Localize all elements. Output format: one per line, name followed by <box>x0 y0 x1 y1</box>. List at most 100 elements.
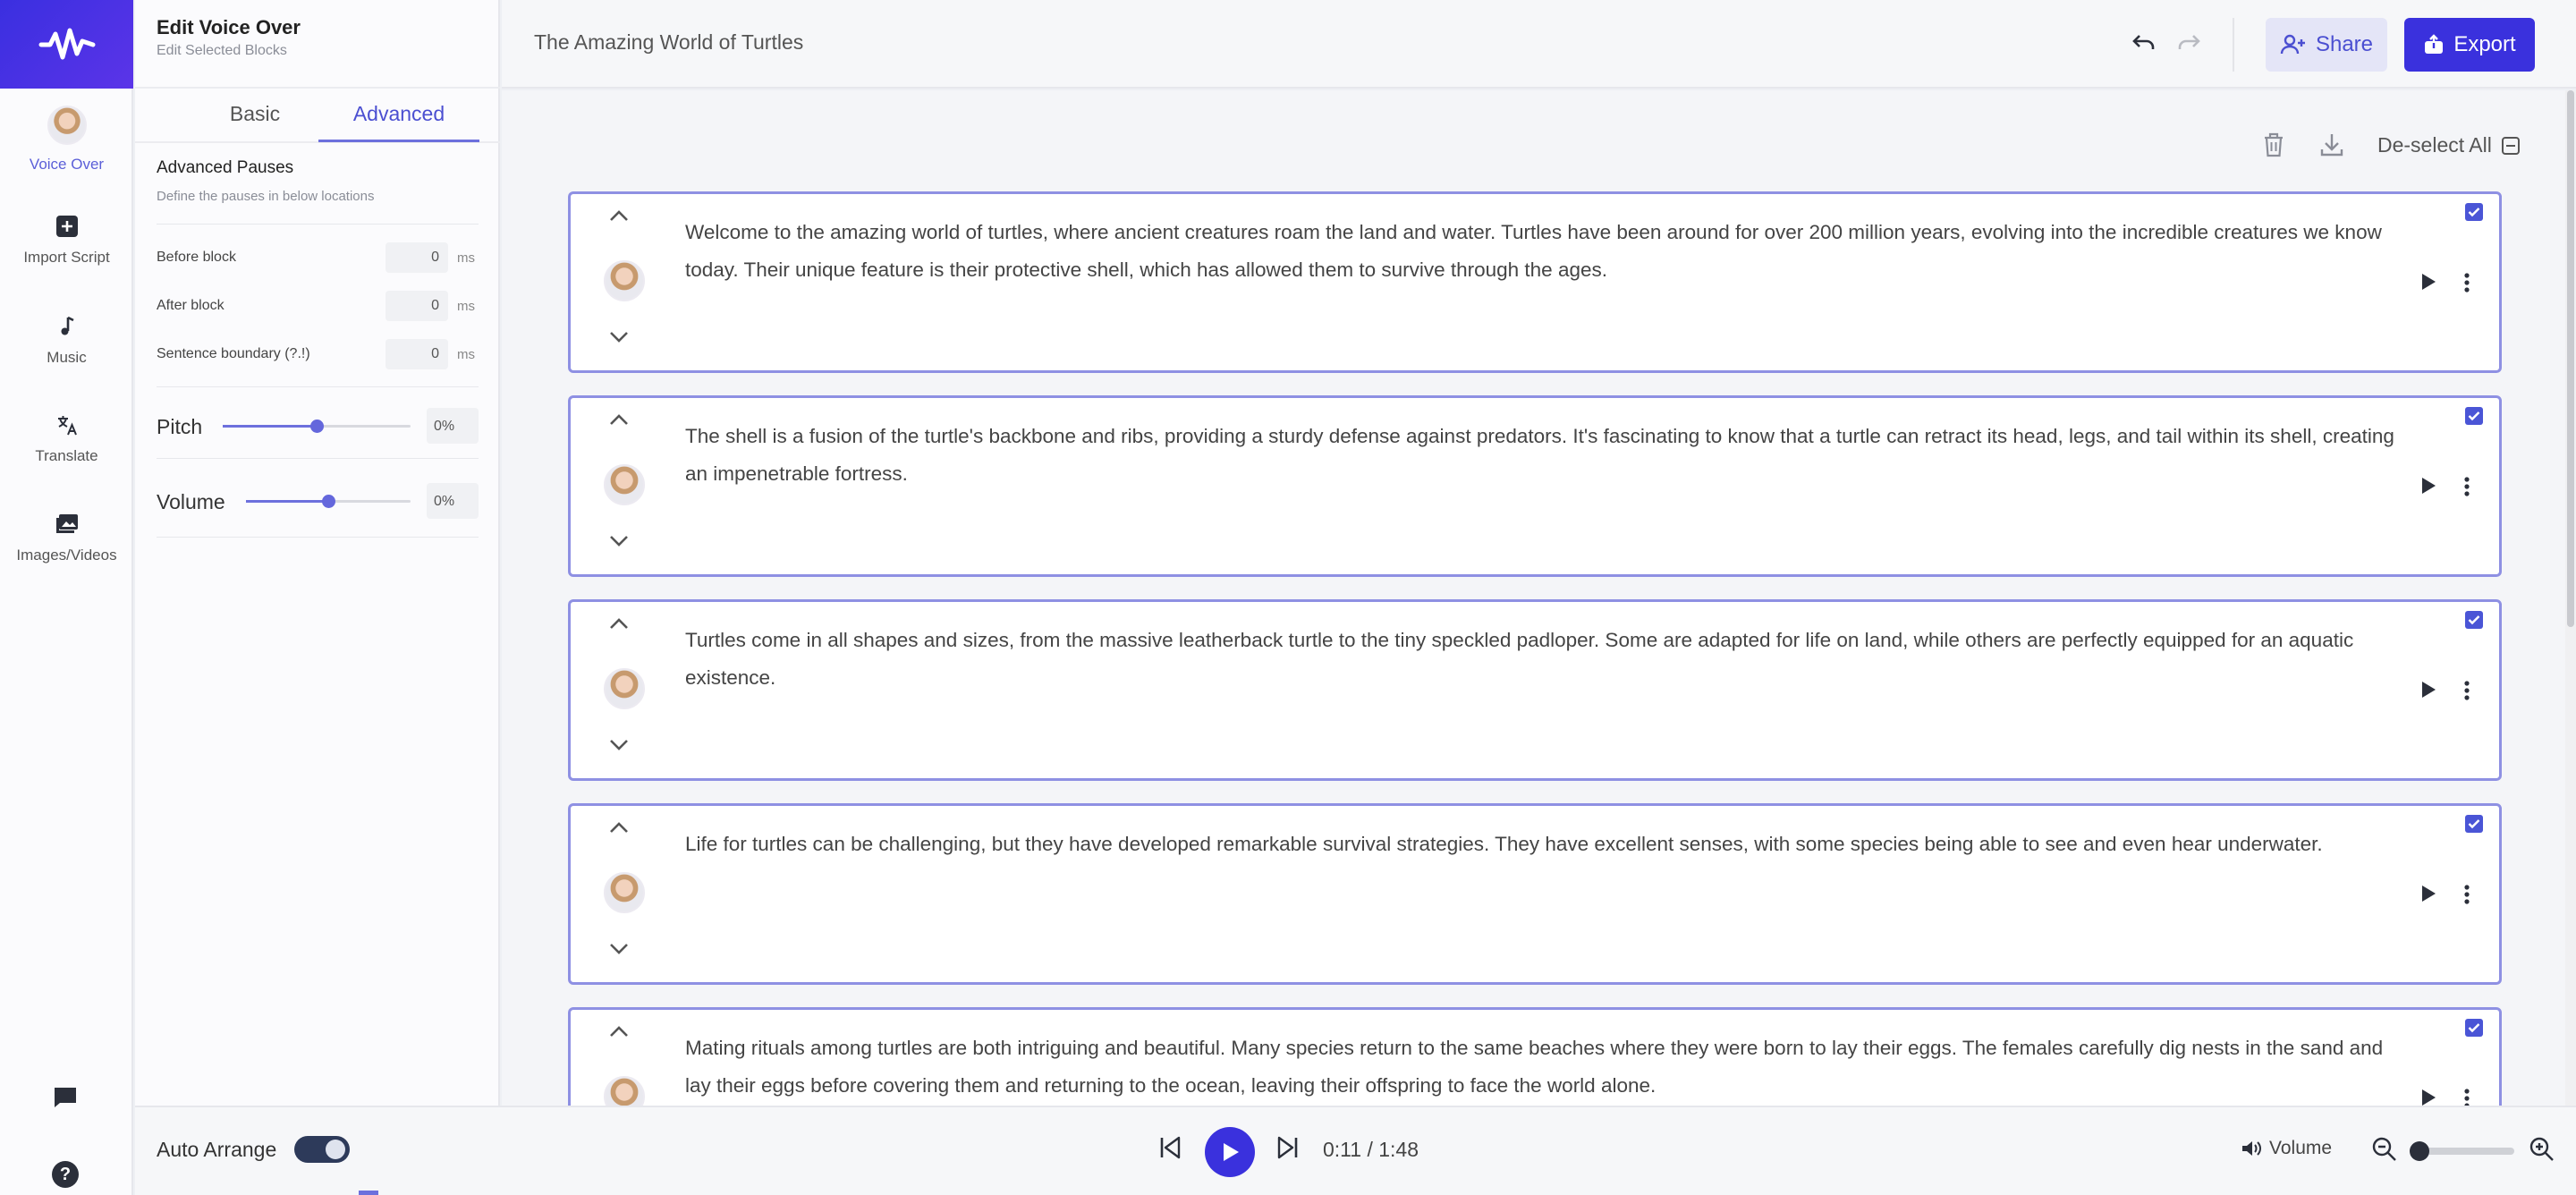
speaker-icon <box>2242 1141 2261 1156</box>
move-down-button[interactable] <box>608 330 630 344</box>
block-play-button[interactable] <box>2419 680 2437 699</box>
voice-avatar[interactable] <box>604 872 645 913</box>
block-text[interactable]: Welcome to the amazing world of turtles,… <box>685 214 2402 289</box>
scrollbar[interactable] <box>2565 90 2576 1106</box>
auto-arrange-toggle[interactable] <box>294 1136 350 1163</box>
previous-button[interactable] <box>1157 1134 1183 1161</box>
next-button[interactable] <box>1275 1134 1301 1161</box>
voice-block[interactable]: The shell is a fusion of the turtle's ba… <box>568 395 2502 577</box>
move-down-button[interactable] <box>608 534 630 548</box>
play-button[interactable] <box>1205 1127 1255 1177</box>
export-button[interactable]: Export <box>2404 18 2535 72</box>
divider <box>157 537 479 538</box>
zoom-out-button[interactable] <box>2371 1136 2398 1163</box>
panel-subtitle: Edit Selected Blocks <box>157 43 287 58</box>
pause-sentence-boundary-input[interactable]: 0 <box>386 339 448 369</box>
chevron-up-icon <box>610 822 628 833</box>
volume-value[interactable]: 0% <box>427 483 479 519</box>
pitch-slider[interactable] <box>223 420 411 433</box>
help-button[interactable]: ? <box>52 1161 79 1188</box>
block-text[interactable]: The shell is a fusion of the turtle's ba… <box>685 418 2402 493</box>
block-play-button[interactable] <box>2419 1088 2437 1106</box>
redo-button[interactable] <box>2176 30 2201 54</box>
pause-after-block: After block 0 ms <box>157 291 479 321</box>
nav-label: Music <box>47 349 87 366</box>
block-play-button[interactable] <box>2419 476 2437 496</box>
undo-button[interactable] <box>2131 30 2157 54</box>
move-up-button[interactable] <box>608 616 630 631</box>
block-more-button[interactable] <box>2462 1088 2471 1106</box>
voice-block[interactable]: Turtles come in all shapes and sizes, fr… <box>568 599 2502 781</box>
voice-avatar[interactable] <box>604 1076 645 1106</box>
document-title[interactable]: The Amazing World of Turtles <box>534 30 803 55</box>
zoom-out-icon <box>2372 1137 2396 1161</box>
minus-square-icon <box>2501 136 2520 155</box>
nav-label: Import Script <box>23 249 110 266</box>
move-up-button[interactable] <box>608 820 630 835</box>
check-icon <box>2468 208 2480 217</box>
skip-forward-icon <box>1277 1136 1298 1159</box>
timeline-progress <box>359 1191 378 1195</box>
block-checkbox[interactable] <box>2465 407 2483 425</box>
voice-avatar[interactable] <box>604 668 645 709</box>
volume-slider-handle[interactable] <box>322 495 335 508</box>
move-down-button[interactable] <box>608 942 630 956</box>
plus-square-icon <box>55 216 78 237</box>
move-up-button[interactable] <box>608 412 630 427</box>
voice-block[interactable]: Life for turtles can be challenging, but… <box>568 803 2502 985</box>
chevron-down-icon <box>610 740 628 750</box>
voice-avatar[interactable] <box>604 260 645 301</box>
nav-item-images-videos[interactable]: Images/Videos <box>0 511 133 564</box>
block-play-button[interactable] <box>2419 884 2437 903</box>
voice-block[interactable]: Mating rituals among turtles are both in… <box>568 1007 2502 1106</box>
volume-label: Volume <box>2269 1138 2333 1158</box>
block-text[interactable]: Turtles come in all shapes and sizes, fr… <box>685 622 2402 697</box>
block-checkbox[interactable] <box>2465 611 2483 629</box>
share-label: Share <box>2315 32 2374 56</box>
block-checkbox[interactable] <box>2465 1019 2483 1037</box>
pause-before-block-input[interactable]: 0 <box>386 242 448 273</box>
download-button[interactable] <box>2319 131 2344 158</box>
zoom-in-button[interactable] <box>2529 1136 2555 1163</box>
pause-after-block-input[interactable]: 0 <box>386 291 448 321</box>
block-more-button[interactable] <box>2462 476 2471 497</box>
pitch-slider-fill <box>223 425 317 428</box>
pause-label: Sentence boundary (?.!) <box>157 346 310 361</box>
pitch-value[interactable]: 0% <box>427 408 479 444</box>
chat-button[interactable] <box>52 1084 79 1111</box>
nav-item-voice-over[interactable]: Voice Over <box>0 106 133 174</box>
block-checkbox[interactable] <box>2465 203 2483 221</box>
tab-advanced[interactable]: Advanced <box>318 102 479 126</box>
trash-icon <box>2265 132 2283 157</box>
share-button[interactable]: Share <box>2266 18 2387 72</box>
move-up-button[interactable] <box>608 1024 630 1038</box>
divider <box>2233 18 2234 72</box>
more-vertical-icon <box>2464 681 2470 700</box>
export-icon <box>2425 34 2444 54</box>
app-logo[interactable] <box>0 0 133 89</box>
scrollbar-thumb[interactable] <box>2567 90 2574 627</box>
pitch-slider-handle[interactable] <box>310 420 324 433</box>
voice-block[interactable]: Welcome to the amazing world of turtles,… <box>568 191 2502 373</box>
block-more-button[interactable] <box>2462 884 2471 905</box>
move-up-button[interactable] <box>608 208 630 223</box>
volume-button[interactable]: Volume <box>2241 1138 2332 1159</box>
nav-item-translate[interactable]: Translate <box>0 411 133 465</box>
move-down-button[interactable] <box>608 738 630 752</box>
volume-slider[interactable] <box>246 495 411 508</box>
block-text[interactable]: Life for turtles can be challenging, but… <box>685 826 2402 863</box>
block-play-button[interactable] <box>2419 272 2437 292</box>
zoom-slider-handle[interactable] <box>2410 1141 2429 1161</box>
block-more-button[interactable] <box>2462 272 2471 293</box>
block-more-button[interactable] <box>2462 680 2471 701</box>
delete-button[interactable] <box>2262 131 2285 158</box>
voice-avatar[interactable] <box>604 464 645 505</box>
tab-basic[interactable]: Basic <box>210 102 300 126</box>
nav-item-import-script[interactable]: Import Script <box>0 213 133 267</box>
block-checkbox[interactable] <box>2465 815 2483 833</box>
pitch-label: Pitch <box>157 415 203 438</box>
nav-item-music[interactable]: Music <box>0 313 133 367</box>
block-text[interactable]: Mating rituals among turtles are both in… <box>685 1030 2402 1105</box>
deselect-all-button[interactable]: De-select All <box>2377 133 2521 157</box>
pause-unit: ms <box>457 250 475 266</box>
